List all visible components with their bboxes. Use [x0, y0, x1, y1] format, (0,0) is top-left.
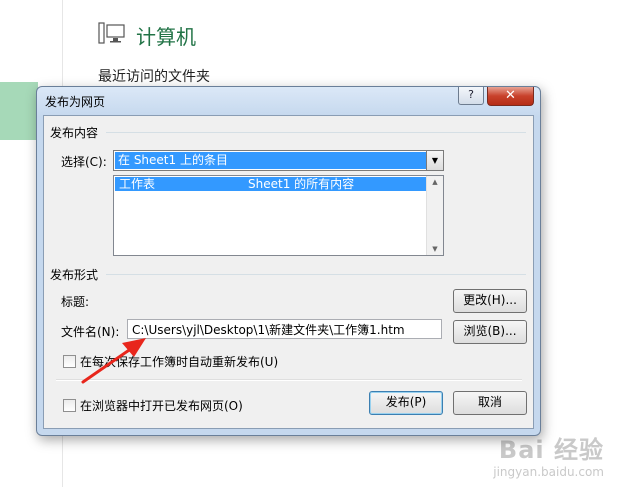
close-icon: ✕: [505, 88, 516, 103]
browse-button[interactable]: 浏览(B)...: [453, 320, 527, 344]
format-section-label: 发布形式: [50, 268, 99, 282]
scroll-up-icon[interactable]: ▲: [427, 178, 443, 186]
open-in-browser-option[interactable]: 在浏览器中打开已发布网页(O): [63, 397, 243, 414]
format-section-divider: [106, 274, 526, 275]
chevron-down-icon[interactable]: ▼: [426, 151, 443, 170]
open-in-browser-checkbox[interactable]: [63, 399, 76, 412]
bottom-separator: [56, 379, 522, 381]
autorepublish-option[interactable]: 在每次保存工作簿时自动重新发布(U): [63, 353, 278, 370]
baidu-watermark: Bai 经验 jingyan.baidu.com: [493, 430, 604, 479]
watermark-sub: jingyan.baidu.com: [493, 465, 604, 479]
close-button[interactable]: ✕: [487, 87, 534, 106]
content-section-label: 发布内容: [50, 126, 99, 140]
open-in-browser-label: 在浏览器中打开已发布网页(O): [80, 399, 243, 413]
autorepublish-checkbox[interactable]: [63, 355, 76, 368]
content-listbox[interactable]: 工作表 Sheet1 的所有内容 ▲ ▼: [113, 175, 444, 256]
choose-combobox-value: 在 Sheet1 上的条目: [115, 152, 427, 169]
computer-icon: [98, 20, 126, 50]
content-section-divider: [106, 132, 526, 133]
recent-folders-heading: 最近访问的文件夹: [98, 69, 210, 85]
autorepublish-label: 在每次保存工作簿时自动重新发布(U): [80, 355, 279, 369]
dialog-titlebar[interactable]: 发布为网页 ? ✕: [37, 87, 540, 115]
list-item-type: 工作表: [119, 177, 156, 191]
title-label: 标题:: [61, 295, 90, 309]
computer-location[interactable]: 计算机: [98, 20, 196, 50]
choose-combobox[interactable]: 在 Sheet1 上的条目 ▼: [113, 150, 444, 171]
computer-title: 计算机: [136, 24, 196, 49]
change-title-button[interactable]: 更改(H)...: [453, 289, 527, 313]
dialog-title: 发布为网页: [45, 95, 106, 109]
filename-input[interactable]: C:\Users\yjl\Desktop\1\新建文件夹\工作簿1.htm: [127, 319, 442, 339]
choose-label: 选择(C):: [61, 155, 107, 169]
listbox-scrollbar[interactable]: ▲ ▼: [426, 176, 443, 255]
dialog-client-area: 发布内容 选择(C): 在 Sheet1 上的条目 ▼ 工作表 Sheet1 的…: [43, 115, 534, 429]
cancel-button[interactable]: 取消: [453, 391, 527, 415]
publish-button[interactable]: 发布(P): [369, 391, 443, 415]
scroll-down-icon[interactable]: ▼: [427, 245, 443, 253]
backstage-selected-item: [0, 82, 38, 140]
list-item[interactable]: 工作表 Sheet1 的所有内容: [115, 177, 426, 191]
filename-label: 文件名(N):: [61, 325, 120, 339]
help-button[interactable]: ?: [458, 87, 484, 105]
publish-as-webpage-dialog: 发布为网页 ? ✕ 发布内容 选择(C): 在 Sheet1 上的条目 ▼ 工作…: [36, 86, 541, 436]
list-item-desc: Sheet1 的所有内容: [248, 177, 355, 191]
